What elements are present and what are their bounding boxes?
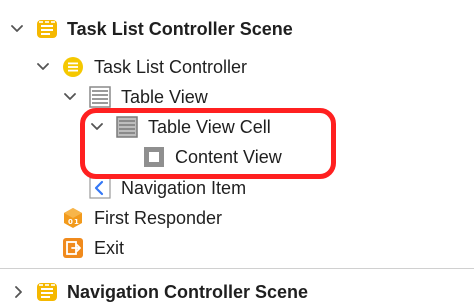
outline-label: Table View Cell — [148, 117, 271, 137]
divider — [0, 268, 474, 269]
outline-row-navigation-scene[interactable]: Navigation Controller Scene — [0, 278, 474, 306]
navigation-item-icon — [89, 177, 111, 199]
outline-row-task-list-controller[interactable]: Task List Controller — [0, 53, 474, 81]
document-outline: Task List Controller Scene Task List Con… — [0, 0, 474, 307]
outline-label: Task List Controller Scene — [67, 19, 293, 39]
chevron-down-icon[interactable] — [63, 90, 77, 104]
view-controller-icon — [62, 56, 84, 78]
chevron-right-icon[interactable] — [12, 285, 26, 299]
outline-label: Task List Controller — [94, 57, 248, 77]
outline-row-task-list-scene[interactable]: Task List Controller Scene — [0, 15, 474, 43]
outline-label: Navigation Item — [121, 178, 247, 198]
outline-row-table-view[interactable]: Table View — [0, 83, 474, 111]
scene-icon — [36, 18, 58, 40]
outline-row-content-view[interactable]: Content View — [0, 143, 474, 171]
outline-label: Content View — [175, 147, 282, 167]
outline-label: Navigation Controller Scene — [67, 282, 309, 302]
outline-row-table-view-cell[interactable]: Table View Cell — [0, 113, 474, 141]
outline-label: Exit — [94, 238, 125, 258]
svg-text:0: 0 — [68, 218, 73, 226]
table-view-icon — [89, 86, 111, 108]
outline-label: First Responder — [94, 208, 223, 228]
exit-icon — [62, 237, 84, 259]
chevron-down-icon[interactable] — [90, 120, 104, 134]
chevron-down-icon[interactable] — [36, 60, 50, 74]
outline-row-first-responder[interactable]: 0 1 First Responder — [0, 204, 474, 232]
scene-icon — [36, 281, 58, 303]
outline-row-navigation-item[interactable]: Navigation Item — [0, 174, 474, 202]
content-view-icon — [143, 146, 165, 168]
outline-row-exit[interactable]: Exit — [0, 234, 474, 262]
table-view-cell-icon — [116, 116, 138, 138]
first-responder-icon: 0 1 — [62, 207, 84, 229]
outline-label: Table View — [121, 87, 208, 107]
svg-text:1: 1 — [74, 218, 79, 226]
chevron-down-icon[interactable] — [10, 22, 24, 36]
